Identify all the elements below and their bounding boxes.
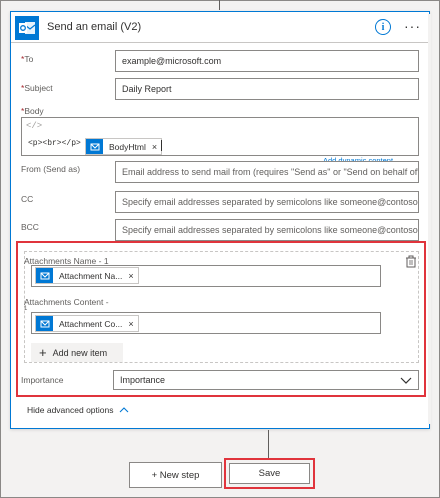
remove-token-icon[interactable]: × (152, 142, 161, 152)
token-icon (86, 139, 103, 154)
token-label: Attachment Co... (59, 318, 123, 329)
to-input[interactable]: example@microsoft.com (115, 50, 419, 72)
cc-input[interactable]: Specify email addresses separated by sem… (115, 191, 419, 213)
add-new-item-label: Add new item (52, 347, 108, 358)
body-label: *Body (21, 106, 44, 116)
token-label: Attachment Na... (59, 270, 123, 281)
attachments-content-label: Attachments Content - (24, 297, 109, 307)
new-step-button[interactable]: + New step (129, 462, 222, 488)
delete-item-icon[interactable] (405, 255, 417, 268)
token-icon (36, 268, 53, 283)
body-html-text: <p><br></p> (28, 139, 81, 148)
more-options-icon[interactable]: ··· (404, 18, 421, 34)
importance-label: Importance (21, 375, 64, 385)
from-label: From (Send as) (21, 164, 81, 174)
remove-token-icon[interactable]: × (128, 319, 137, 329)
remove-token-icon[interactable]: × (128, 271, 137, 281)
flow-connector-top (219, 0, 220, 10)
token-label: BodyHtml (109, 141, 146, 152)
attachments-content-index: 1 (24, 306, 28, 312)
flow-connector-bottom (268, 430, 269, 458)
chevron-up-icon (120, 407, 129, 413)
card-header[interactable]: Send an email (V2) i ··· (11, 12, 429, 43)
plus-icon: + (39, 345, 47, 360)
text-caret (161, 140, 162, 151)
bcc-input[interactable]: Specify email addresses separated by sem… (115, 219, 419, 241)
scroll-track (428, 14, 431, 424)
to-label: *To (21, 54, 34, 64)
token-icon (36, 316, 53, 331)
attachment-name-token[interactable]: Attachment Na... × (35, 267, 139, 284)
hide-advanced-options-link[interactable]: Hide advanced options (27, 405, 129, 415)
info-icon[interactable]: i (375, 19, 391, 35)
add-new-item-button[interactable]: + Add new item (31, 343, 123, 362)
chevron-down-icon (400, 377, 412, 384)
importance-selected-value: Importance (120, 375, 166, 385)
attachment-content-token[interactable]: Attachment Co... × (35, 315, 139, 332)
importance-dropdown[interactable]: Importance (113, 370, 419, 390)
bcc-label: BCC (21, 222, 39, 232)
save-button[interactable]: Save (229, 463, 310, 484)
card-title: Send an email (V2) (47, 21, 142, 33)
cc-label: CC (21, 194, 34, 204)
save-highlight-box: Save (224, 458, 315, 489)
subject-label: *Subject (21, 83, 53, 93)
body-html-token[interactable]: BodyHtml × (85, 138, 163, 155)
body-editor[interactable]: </> <p><br></p> (21, 117, 419, 156)
hide-advanced-label: Hide advanced options (27, 405, 114, 415)
from-input[interactable]: Email address to send mail from (require… (115, 161, 419, 183)
subject-input[interactable]: Daily Report (115, 78, 419, 100)
code-view-icon[interactable]: </> (26, 121, 42, 131)
outlook-icon (15, 16, 39, 40)
